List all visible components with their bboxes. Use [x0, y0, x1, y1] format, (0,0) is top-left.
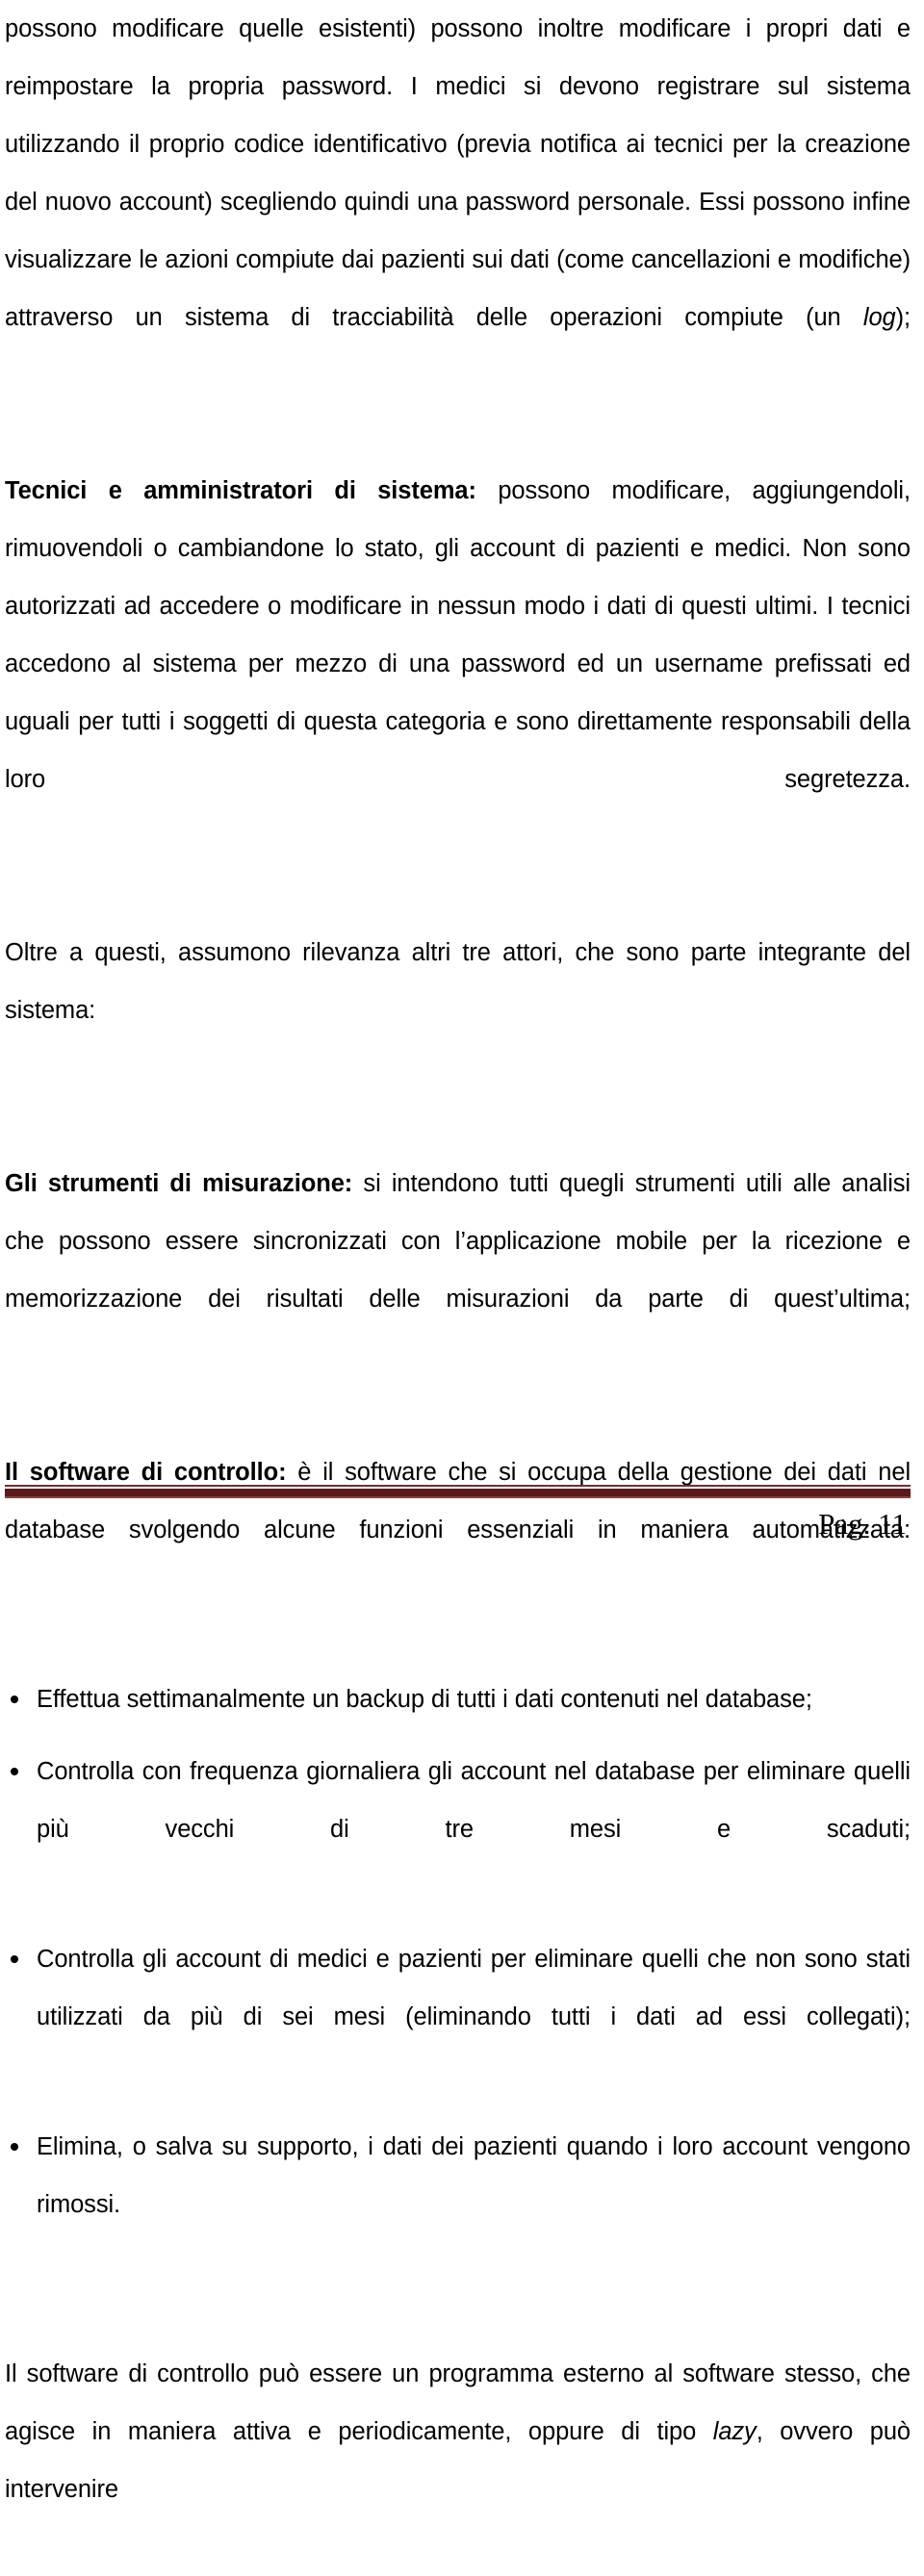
list-item-text: Controlla con frequenza giornaliera gli …: [37, 1758, 911, 1843]
paragraph-2-lead-label: Tecnici e amministratori di sistema:: [5, 477, 476, 504]
list-item-gap: [5, 2104, 911, 2118]
footer-divider-bottom-line: [5, 1496, 911, 1498]
list-item-gap: [5, 1728, 911, 1743]
bullet-dot-icon: [11, 2143, 18, 2151]
list-item-text: Effettua settimanalmente un backup di tu…: [37, 1686, 812, 1713]
bullet-dot-icon: [11, 1768, 18, 1775]
paragraph-tecnici: Tecnici e amministratori di sistema: pos…: [5, 462, 911, 866]
paragraph-4-lead-label: Gli strumenti di misurazione:: [5, 1170, 353, 1197]
paragraph-2-body: possono modificare, aggiungendoli, rimuo…: [5, 477, 911, 793]
bullet-dot-icon: [11, 1696, 18, 1703]
footer-divider-thick-line: [5, 1489, 911, 1496]
italic-term-lazy: lazy: [712, 2418, 757, 2445]
paragraph-5-lead-label: Il software di controllo:: [5, 1459, 287, 1486]
italic-term-log: log: [862, 304, 896, 331]
list-item: Elimina, o salva su supporto, i dati dei…: [5, 2118, 911, 2291]
paragraph-3-text: Oltre a questi, assumono rilevanza altri…: [5, 939, 911, 1024]
page-footer: Pag. 11: [0, 1485, 924, 1544]
list-item: Controlla gli account di medici e pazien…: [5, 1930, 911, 2104]
list-item-text: Controlla gli account di medici e pazien…: [37, 1946, 911, 2030]
paragraph-continuation: possono modificare quelle esistenti) pos…: [5, 0, 911, 404]
list-item-gap: [5, 1916, 911, 1930]
functions-bullet-list: Effettua settimanalmente un backup di tu…: [5, 1671, 911, 2291]
paragraph-final: Il software di controllo può essere un p…: [5, 2345, 911, 2576]
document-page: possono modificare quelle esistenti) pos…: [0, 0, 924, 2503]
paragraph-1-text-part-2: );: [895, 304, 911, 331]
page-number: Pag. 11: [818, 1507, 907, 1541]
list-item: Controlla con frequenza giornaliera gli …: [5, 1743, 911, 1916]
paragraph-attori: Oltre a questi, assumono rilevanza altri…: [5, 924, 911, 1097]
paragraph-strumenti: Gli strumenti di misurazione: si intendo…: [5, 1155, 911, 1386]
bullet-dot-icon: [11, 1955, 18, 1963]
list-item: Effettua settimanalmente un backup di tu…: [5, 1671, 911, 1728]
footer-divider: [5, 1485, 911, 1498]
paragraph-1-text-part-1: possono modificare quelle esistenti) pos…: [5, 15, 911, 331]
list-item-text: Elimina, o salva su supporto, i dati dei…: [37, 2133, 911, 2218]
